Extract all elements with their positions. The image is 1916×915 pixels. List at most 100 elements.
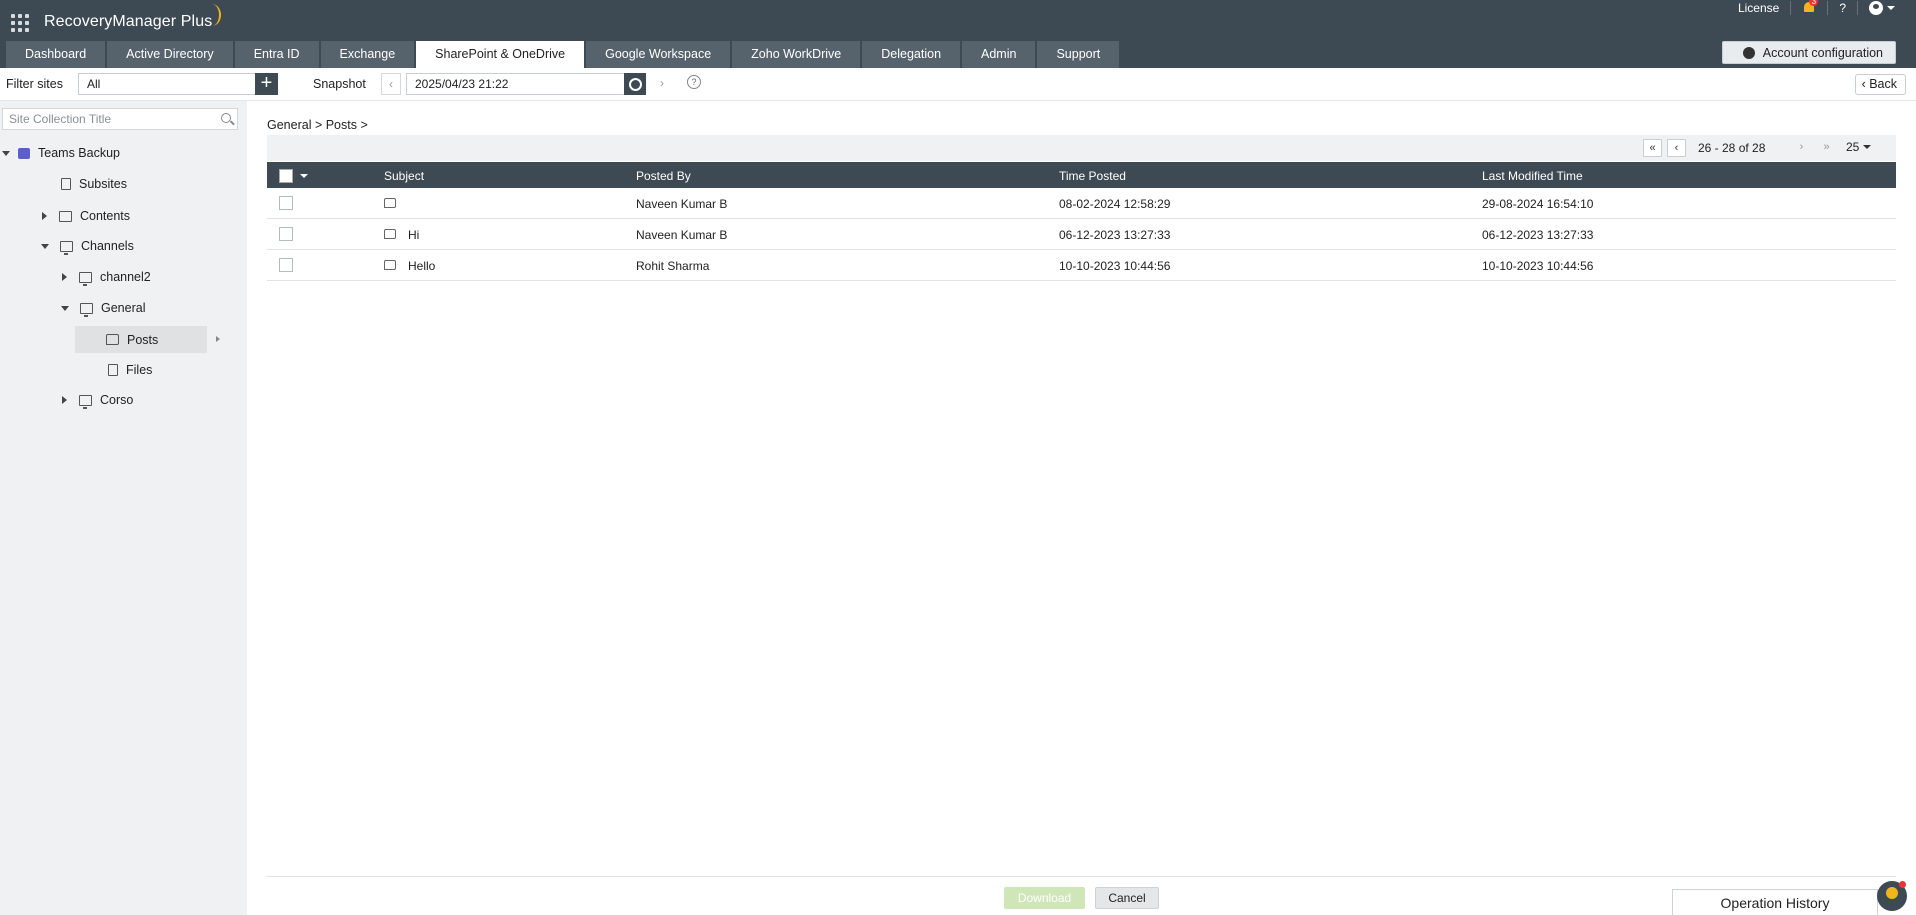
- help-button[interactable]: ?: [1828, 0, 1857, 16]
- tree-node-channel2[interactable]: channel2: [62, 265, 151, 289]
- message-icon: [384, 229, 396, 239]
- row-time-posted: 06-12-2023 13:27:33: [1059, 228, 1171, 242]
- next-page-button[interactable]: ›: [1792, 139, 1811, 157]
- row-subject: Hi: [408, 228, 420, 242]
- tree-label: Contents: [80, 209, 131, 223]
- tab-zoho-workdrive[interactable]: Zoho WorkDrive: [732, 41, 861, 68]
- tab-delegation[interactable]: Delegation: [862, 41, 961, 68]
- sidebar: Site Collection Title Teams Backup Subsi…: [0, 101, 247, 915]
- cancel-button[interactable]: Cancel: [1095, 887, 1159, 909]
- tree-node-channels[interactable]: Channels: [41, 234, 134, 258]
- tree-node-files[interactable]: Files: [108, 358, 152, 382]
- tab-entra-id[interactable]: Entra ID: [234, 41, 319, 68]
- row-posted-by: Naveen Kumar B: [636, 197, 728, 211]
- tab-support[interactable]: Support: [1037, 41, 1120, 68]
- app-title: RecoveryManager Plus: [44, 13, 213, 30]
- tree-label: Subsites: [79, 177, 127, 191]
- search-placeholder: Site Collection Title: [9, 112, 112, 126]
- caret-right-icon[interactable]: [216, 336, 220, 342]
- monitor-icon: [79, 394, 92, 409]
- monitor-icon: [79, 271, 92, 286]
- tree-label: channel2: [100, 270, 151, 284]
- help-icon[interactable]: ?: [687, 75, 701, 89]
- pagination-bar: « ‹ 26 - 28 of 28 › » 25: [267, 135, 1896, 161]
- snapshot-input[interactable]: 2025/04/23 21:22: [406, 73, 625, 95]
- file-icon: [108, 364, 118, 376]
- snapshot-search-button[interactable]: [624, 73, 646, 95]
- caret-right-icon[interactable]: [62, 396, 67, 404]
- previous-page-button[interactable]: ‹: [1667, 139, 1686, 157]
- download-button[interactable]: Download: [1004, 887, 1085, 909]
- subsites-icon: [61, 178, 71, 190]
- chevron-left-icon: ‹: [389, 77, 393, 91]
- site-collection-search-input[interactable]: Site Collection Title: [2, 108, 238, 130]
- search-icon[interactable]: [221, 113, 231, 123]
- tree-node-teams-backup[interactable]: Teams Backup: [2, 141, 120, 165]
- tree-label: Corso: [100, 393, 134, 407]
- tree-node-corso[interactable]: Corso: [62, 388, 133, 412]
- pagination-info: 26 - 28 of 28: [1698, 141, 1766, 155]
- gear-icon: [1742, 46, 1755, 59]
- row-subject: Hello: [408, 259, 436, 273]
- caret-down-icon[interactable]: [61, 305, 69, 311]
- table-row[interactable]: Naveen Kumar B 08-02-2024 12:58:29 29-08…: [267, 188, 1896, 219]
- operation-history-button[interactable]: Operation History: [1672, 889, 1878, 915]
- tab-admin[interactable]: Admin: [962, 41, 1036, 68]
- tab-sharepoint-onedrive[interactable]: SharePoint & OneDrive: [416, 41, 585, 68]
- row-last-modified: 10-10-2023 10:44:56: [1482, 259, 1594, 273]
- tree-node-general[interactable]: General: [61, 296, 145, 320]
- account-configuration-button[interactable]: Account configuration: [1721, 41, 1896, 64]
- user-menu-button[interactable]: [1858, 0, 1906, 16]
- notifications-button[interactable]: 3: [1791, 0, 1827, 16]
- tree-node-contents[interactable]: Contents: [42, 204, 130, 228]
- column-subject[interactable]: Subject: [384, 169, 424, 183]
- tree-label: Channels: [81, 239, 134, 253]
- next-snapshot-button[interactable]: ›: [652, 73, 672, 95]
- tree-node-subsites[interactable]: Subsites: [61, 172, 127, 196]
- previous-snapshot-button[interactable]: ‹: [381, 73, 401, 95]
- select-options-dropdown[interactable]: [300, 174, 308, 178]
- select-all-checkbox[interactable]: [279, 169, 293, 183]
- row-checkbox[interactable]: [279, 258, 293, 272]
- table-row[interactable]: Hello Rohit Sharma 10-10-2023 10:44:56 1…: [267, 250, 1896, 281]
- chevron-right-icon: ›: [660, 76, 664, 90]
- teams-icon: [18, 147, 30, 159]
- tab-active-directory[interactable]: Active Directory: [107, 41, 233, 68]
- first-page-button[interactable]: «: [1643, 139, 1662, 157]
- add-filter-button[interactable]: +: [255, 73, 278, 95]
- filter-sites-label: Filter sites: [6, 77, 63, 91]
- page-size-value: 25: [1846, 140, 1860, 154]
- table-row[interactable]: Hi Naveen Kumar B 06-12-2023 13:27:33 06…: [267, 219, 1896, 250]
- column-posted-by[interactable]: Posted By: [636, 169, 691, 183]
- tab-exchange[interactable]: Exchange: [320, 41, 415, 68]
- row-last-modified: 06-12-2023 13:27:33: [1482, 228, 1594, 242]
- caret-right-icon[interactable]: [62, 273, 67, 281]
- filter-bar: Filter sites All + Snapshot ‹ 2025/04/23…: [0, 68, 1916, 101]
- caret-down-icon[interactable]: [2, 150, 10, 156]
- last-page-button[interactable]: »: [1817, 139, 1836, 157]
- row-checkbox[interactable]: [279, 196, 293, 210]
- license-link[interactable]: License: [1727, 0, 1790, 16]
- tree-node-posts[interactable]: Posts: [75, 326, 207, 353]
- edit-icon: [59, 210, 72, 222]
- caret-down-icon[interactable]: [41, 243, 49, 249]
- monitor-icon: [60, 240, 73, 255]
- top-right-menu: License 3 ?: [1727, 0, 1906, 16]
- tab-google-workspace[interactable]: Google Workspace: [586, 41, 731, 68]
- caret-right-icon[interactable]: [42, 212, 47, 220]
- column-last-modified-time[interactable]: Last Modified Time: [1482, 169, 1583, 183]
- row-checkbox[interactable]: [279, 227, 293, 241]
- filter-sites-select[interactable]: All: [78, 73, 256, 95]
- tab-dashboard[interactable]: Dashboard: [6, 41, 106, 68]
- top-bar: RecoveryManager Plus License 3 ? Dashboa…: [0, 0, 1916, 68]
- account-configuration-label: Account configuration: [1762, 45, 1883, 60]
- breadcrumb[interactable]: General > Posts >: [267, 118, 368, 132]
- monitor-icon: [80, 302, 93, 317]
- page-size-select[interactable]: 25: [1846, 140, 1872, 154]
- row-time-posted: 10-10-2023 10:44:56: [1059, 259, 1171, 273]
- column-time-posted[interactable]: Time Posted: [1059, 169, 1126, 183]
- assistant-bot-icon[interactable]: [1877, 881, 1907, 911]
- back-button[interactable]: ‹ Back: [1854, 74, 1906, 95]
- chevron-down-icon: [1863, 145, 1872, 149]
- apps-grid-icon[interactable]: [11, 14, 29, 32]
